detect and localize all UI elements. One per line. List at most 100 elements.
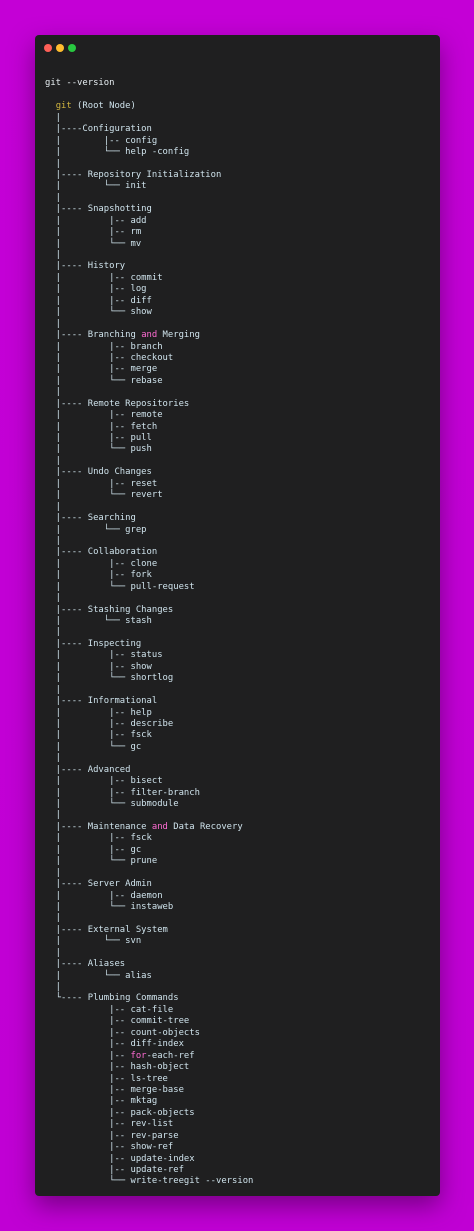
minimize-dot-icon[interactable]	[56, 44, 64, 52]
code-text: |---- Server Admin	[45, 879, 152, 890]
code-text: | └── shortlog	[45, 673, 174, 684]
code-text: |	[45, 387, 62, 398]
code-line: |	[45, 913, 434, 924]
code-line: | └── submodule	[45, 799, 434, 810]
code-text: |	[45, 455, 62, 466]
code-text: | └── instaweb	[45, 901, 174, 912]
code-line: | └── svn	[45, 936, 434, 947]
code-line: |	[45, 193, 434, 204]
code-text: | |-- show	[45, 661, 152, 672]
code-line: |	[45, 627, 434, 638]
code-line: | |-- describe	[45, 719, 434, 730]
code-line: |-- cat-file	[45, 1005, 434, 1016]
code-text: | └── gc	[45, 741, 142, 752]
close-dot-icon[interactable]	[44, 44, 52, 52]
code-text: |	[45, 593, 62, 604]
code-line: |	[45, 159, 434, 170]
code-text: (Root Node)	[71, 101, 136, 112]
code-line: | |-- pull	[45, 433, 434, 444]
highlight-token: for	[130, 1050, 147, 1061]
code-text: | |-- describe	[45, 718, 174, 729]
code-text: |	[45, 947, 62, 958]
code-line: |	[45, 810, 434, 821]
code-text: |-- diff-index	[45, 1039, 184, 1050]
code-text: | |-- fetch	[45, 421, 158, 432]
code-text: |	[45, 867, 62, 878]
code-text: Data Recovery	[167, 821, 243, 832]
code-text: | |-- checkout	[45, 352, 174, 363]
code-line: |---- Aliases	[45, 959, 434, 970]
code-text: | |-- bisect	[45, 776, 163, 787]
code-text: |-- hash-object	[45, 1062, 190, 1073]
code-line: | |-- filter-branch	[45, 788, 434, 799]
code-line: | |-- reset	[45, 479, 434, 490]
keyword-token: git	[55, 101, 72, 112]
code-line: | └── gc	[45, 742, 434, 753]
code-text: | └── submodule	[45, 799, 179, 809]
code-text: | |-- fsck	[45, 833, 152, 844]
code-line: |	[45, 593, 434, 604]
code-text: -each-ref	[146, 1050, 195, 1061]
code-text: └---- Plumbing Commands	[45, 993, 179, 1004]
code-text: |	[45, 982, 62, 992]
highlight-token: and	[141, 330, 158, 341]
code-text: | └── rebase	[45, 375, 163, 386]
code-text: | └── push	[45, 444, 152, 455]
command-text: git --version	[45, 78, 115, 89]
maximize-dot-icon[interactable]	[68, 44, 76, 52]
code-text: |---- Aliases	[45, 959, 126, 970]
code-line: |	[45, 536, 434, 547]
code-line: └---- Plumbing Commands	[45, 993, 434, 1004]
code-text: | └── help -config	[45, 147, 190, 158]
code-line: |	[45, 250, 434, 261]
code-line: |---- Collaboration	[45, 547, 434, 558]
code-text: |	[45, 192, 62, 203]
code-line: | |-- checkout	[45, 353, 434, 364]
code-text: |-- rev-list	[45, 1119, 174, 1130]
code-line: | └── show	[45, 307, 434, 318]
code-text: | |-- fsck	[45, 730, 152, 741]
code-text: |-- commit-tree	[45, 1016, 190, 1027]
code-line: |-- hash-object	[45, 1062, 434, 1073]
code-text: | └── svn	[45, 936, 142, 947]
code-line: | |-- merge	[45, 364, 434, 375]
code-text: | |-- remote	[45, 410, 163, 421]
code-text: |---- External System	[45, 924, 168, 935]
code-line: | |-- add	[45, 216, 434, 227]
code-text: | |-- add	[45, 215, 147, 226]
code-line: | |-- branch	[45, 342, 434, 353]
code-text: |-- update-ref	[45, 1165, 184, 1175]
code-line: | |-- diff	[45, 296, 434, 307]
code-line: | └── prune	[45, 856, 434, 867]
code-line: | |-- daemon	[45, 891, 434, 902]
code-text: Merging	[157, 330, 200, 341]
code-text: |	[45, 112, 62, 123]
code-text: |	[45, 753, 62, 764]
code-text: |	[45, 501, 62, 512]
code-line: |	[45, 319, 434, 330]
code-text: |	[45, 810, 62, 821]
code-text: |	[45, 158, 62, 169]
code-line: | └── grep	[45, 525, 434, 536]
code-line: |	[45, 868, 434, 879]
code-line: |-- commit-tree	[45, 1016, 434, 1027]
code-line: |	[45, 982, 434, 993]
code-line: | |-- commit	[45, 273, 434, 284]
code-line: | |-- config	[45, 136, 434, 147]
code-line: |---- Inspecting	[45, 639, 434, 650]
code-text: |-- count-objects	[45, 1027, 200, 1038]
code-text: | |-- gc	[45, 844, 142, 855]
code-line: |-- show-ref	[45, 1142, 434, 1153]
code-line: |-- mktag	[45, 1096, 434, 1107]
code-line: git --version	[45, 78, 434, 89]
code-line: |-- count-objects	[45, 1028, 434, 1039]
code-line: |----Configuration	[45, 124, 434, 135]
window-controls	[44, 44, 76, 52]
code-line: | └── alias	[45, 971, 434, 982]
code-line: |-- update-index	[45, 1154, 434, 1165]
code-line: | |-- clone	[45, 559, 434, 570]
code-text: |---- Branching	[45, 330, 142, 341]
code-text: |	[45, 535, 62, 546]
code-text: | └── grep	[45, 524, 147, 535]
